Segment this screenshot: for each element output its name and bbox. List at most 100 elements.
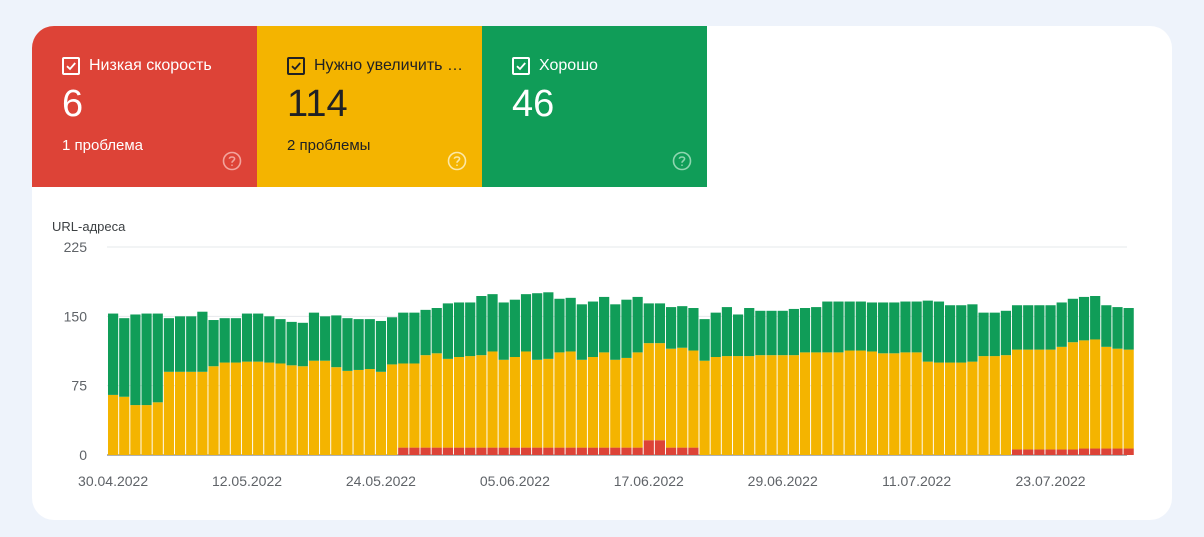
- bar-segment[interactable]: [878, 353, 889, 455]
- bar-segment[interactable]: [833, 352, 844, 455]
- bar-segment[interactable]: [186, 316, 197, 372]
- bar-segment[interactable]: [1034, 449, 1045, 455]
- bar-segment[interactable]: [364, 319, 375, 370]
- bar-segment[interactable]: [732, 314, 744, 357]
- bar-segment[interactable]: [1112, 307, 1123, 349]
- bar-segment[interactable]: [431, 353, 442, 448]
- bar-segment[interactable]: [777, 355, 788, 455]
- bar-segment[interactable]: [822, 301, 833, 353]
- bar-segment[interactable]: [119, 396, 130, 455]
- bar-segment[interactable]: [610, 304, 621, 360]
- bar-segment[interactable]: [989, 312, 1000, 357]
- bar-segment[interactable]: [554, 298, 565, 353]
- bar-segment[interactable]: [599, 447, 610, 455]
- bar-segment[interactable]: [744, 356, 755, 455]
- bar-segment[interactable]: [1011, 305, 1023, 350]
- bar-segment[interactable]: [1000, 355, 1011, 455]
- bar-segment[interactable]: [130, 314, 141, 406]
- bar-segment[interactable]: [811, 352, 822, 455]
- bar-segment[interactable]: [710, 312, 721, 358]
- bar-segment[interactable]: [1023, 349, 1034, 450]
- bar-segment[interactable]: [398, 363, 409, 448]
- bar-segment[interactable]: [844, 350, 855, 455]
- bar-segment[interactable]: [643, 303, 654, 344]
- bar-segment[interactable]: [677, 306, 688, 348]
- bar-segment[interactable]: [509, 299, 520, 358]
- bar-segment[interactable]: [431, 308, 442, 354]
- bar-segment[interactable]: [1067, 342, 1078, 450]
- bar-segment[interactable]: [108, 394, 119, 455]
- bar-segment[interactable]: [520, 294, 532, 352]
- bar-segment[interactable]: [666, 447, 677, 455]
- bar-segment[interactable]: [822, 352, 833, 455]
- bar-segment[interactable]: [1067, 449, 1078, 455]
- bar-segment[interactable]: [744, 308, 755, 357]
- bar-segment[interactable]: [1045, 305, 1056, 350]
- bar-segment[interactable]: [1078, 296, 1090, 341]
- bar-segment[interactable]: [308, 360, 320, 455]
- bar-segment[interactable]: [465, 302, 476, 357]
- bar-segment[interactable]: [933, 301, 945, 363]
- bar-segment[interactable]: [476, 447, 487, 455]
- bar-segment[interactable]: [945, 305, 956, 363]
- bar-segment[interactable]: [866, 351, 878, 455]
- bar-segment[interactable]: [799, 308, 811, 353]
- bar-segment[interactable]: [174, 371, 186, 455]
- bar-segment[interactable]: [1090, 448, 1101, 455]
- bar-segment[interactable]: [610, 359, 621, 448]
- bar-segment[interactable]: [900, 352, 911, 455]
- bar-segment[interactable]: [599, 296, 610, 353]
- bar-segment[interactable]: [956, 362, 967, 455]
- bar-segment[interactable]: [197, 311, 208, 372]
- bar-segment[interactable]: [420, 309, 431, 356]
- bar-segment[interactable]: [152, 313, 163, 403]
- bar-segment[interactable]: [532, 359, 543, 448]
- bar-segment[interactable]: [1123, 448, 1134, 455]
- bar-segment[interactable]: [1023, 305, 1034, 350]
- bar-segment[interactable]: [431, 447, 442, 455]
- bar-segment[interactable]: [509, 357, 520, 448]
- bar-segment[interactable]: [1000, 310, 1011, 356]
- bar-segment[interactable]: [1023, 449, 1034, 455]
- bar-segment[interactable]: [1067, 298, 1078, 343]
- bar-segment[interactable]: [487, 351, 498, 448]
- bar-segment[interactable]: [1101, 346, 1112, 449]
- bar-segment[interactable]: [565, 447, 576, 455]
- bar-segment[interactable]: [833, 301, 844, 353]
- bar-segment[interactable]: [922, 300, 933, 362]
- bar-segment[interactable]: [643, 440, 654, 455]
- bar-segment[interactable]: [353, 369, 364, 455]
- bar-segment[interactable]: [498, 359, 509, 448]
- bar-segment[interactable]: [1112, 348, 1123, 449]
- bar-segment[interactable]: [855, 301, 866, 351]
- bar-segment[interactable]: [543, 358, 554, 448]
- bar-segment[interactable]: [866, 302, 878, 352]
- bar-segment[interactable]: [453, 447, 465, 455]
- bar-segment[interactable]: [788, 355, 799, 455]
- bar-segment[interactable]: [375, 320, 387, 372]
- bar-segment[interactable]: [576, 359, 587, 448]
- bar-segment[interactable]: [621, 447, 632, 455]
- bar-segment[interactable]: [420, 447, 431, 455]
- bar-segment[interactable]: [811, 307, 822, 353]
- bar-segment[interactable]: [587, 357, 599, 448]
- bar-segment[interactable]: [308, 312, 320, 361]
- bar-segment[interactable]: [732, 356, 744, 455]
- bar-segment[interactable]: [342, 370, 353, 455]
- bar-segment[interactable]: [621, 299, 632, 358]
- bar-segment[interactable]: [197, 371, 208, 455]
- bar-segment[interactable]: [967, 304, 978, 362]
- bar-segment[interactable]: [442, 447, 453, 455]
- bar-segment[interactable]: [230, 362, 241, 455]
- bar-segment[interactable]: [241, 313, 253, 362]
- bar-segment[interactable]: [688, 350, 699, 448]
- bar-segment[interactable]: [108, 313, 119, 395]
- bar-segment[interactable]: [163, 318, 174, 372]
- bar-segment[interactable]: [654, 343, 666, 441]
- bar-segment[interactable]: [398, 447, 409, 455]
- bar-segment[interactable]: [978, 356, 989, 455]
- bar-segment[interactable]: [543, 447, 554, 455]
- bar-segment[interactable]: [900, 301, 911, 353]
- bar-segment[interactable]: [1056, 449, 1067, 455]
- bar-segment[interactable]: [476, 355, 487, 448]
